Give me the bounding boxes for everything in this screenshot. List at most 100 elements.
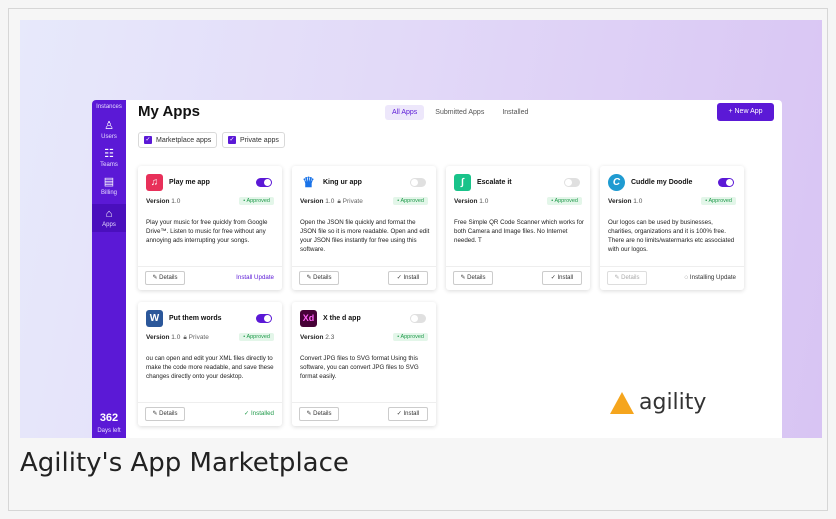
checkbox-checked-icon: ✓: [144, 136, 152, 144]
app-name: Put them words: [169, 315, 222, 322]
tab-installed[interactable]: Installed: [495, 105, 535, 120]
pencil-icon: ✎: [306, 275, 312, 281]
status-badge: • Approved: [393, 197, 428, 205]
tab-all-apps[interactable]: All Apps: [385, 105, 425, 120]
status-badge: • Approved: [547, 197, 582, 205]
app-name: X the d app: [323, 315, 361, 322]
apps-icon: ⌂: [105, 208, 113, 220]
filter-label: Marketplace apps: [156, 136, 212, 144]
xd-app-icon: Xd: [300, 310, 317, 327]
filter-private-apps[interactable]: ✓ Private apps: [222, 132, 285, 148]
app-description: ou can open and edit your XML files dire…: [146, 355, 274, 380]
checkbox-checked-icon: ✓: [228, 136, 236, 144]
logo-text: agility: [639, 390, 707, 415]
details-button[interactable]: ✎ Details: [299, 271, 339, 285]
app-description: Open the JSON file quickly and format th…: [300, 219, 430, 253]
card-footer: ✎ Details Install Update: [138, 266, 282, 290]
sidebar-item-billing[interactable]: ▤ Billing: [92, 176, 126, 196]
spinner-icon: ◌: [684, 274, 689, 281]
check-icon: ✓: [396, 411, 402, 417]
lock-icon: 🔒︎: [183, 334, 187, 341]
status-badge: • Approved: [239, 333, 274, 341]
details-button[interactable]: ✎ Details: [145, 271, 185, 285]
details-button[interactable]: ✎ Details: [145, 407, 185, 421]
installed-status: ✓ Installed: [244, 410, 274, 417]
app-name: Escalate it: [477, 179, 512, 186]
lock-icon: 🔒︎: [337, 198, 341, 205]
app-card: ♫ Play me app Version 1.0 • Approved Pla…: [138, 166, 282, 290]
app-enabled-toggle[interactable]: [410, 178, 426, 187]
app-enabled-toggle[interactable]: [564, 178, 580, 187]
app-enabled-toggle[interactable]: [718, 178, 734, 187]
sidebar-item-label: Teams: [100, 162, 118, 168]
app-window: Instances ♙ Users ☷ Teams ▤ Billing ⌂ Ap…: [92, 100, 782, 438]
app-name: Cuddle my Doodle: [631, 179, 693, 186]
app-version: Version 1.0: [454, 198, 489, 205]
check-icon: ✓: [550, 275, 556, 281]
crown-app-icon: ♛: [302, 174, 315, 190]
user-icon: ♙: [104, 120, 114, 132]
pencil-icon: ✎: [460, 275, 466, 281]
filter-label: Private apps: [240, 136, 279, 144]
agility-logo: agility: [610, 390, 706, 415]
app-version: Version 1.0 🔒︎ Private: [146, 334, 209, 341]
app-version: Version 1.0 🔒︎ Private: [300, 198, 363, 205]
screenshot-background: Instances ♙ Users ☷ Teams ▤ Billing ⌂ Ap…: [20, 20, 822, 438]
doodle-app-icon: C: [608, 174, 625, 191]
pencil-icon: ✎: [152, 411, 158, 417]
app-description: Our logos can be used by businesses, cha…: [608, 219, 735, 253]
details-button[interactable]: ✎ Details: [607, 271, 647, 285]
card-footer: ✎ Details ✓ Install: [446, 266, 590, 290]
app-card: Xd X the d app Version 2.3 • Approved Co…: [292, 302, 436, 426]
app-card: ∫ Escalate it Version 1.0 • Approved Fre…: [446, 166, 590, 290]
install-update-link[interactable]: Install Update: [236, 274, 274, 281]
details-button[interactable]: ✎ Details: [299, 407, 339, 421]
status-badge: • Approved: [239, 197, 274, 205]
installing-status: ◌ Installing Update: [684, 274, 736, 281]
new-app-button[interactable]: + New App: [717, 103, 774, 121]
pencil-icon: ✎: [152, 275, 158, 281]
tab-bar: All Apps Submitted Apps Installed: [385, 105, 539, 120]
app-description: Play your music for free quickly from Go…: [146, 219, 268, 244]
sidebar-item-instances[interactable]: Instances: [92, 104, 126, 110]
card-footer: ✎ Details ✓ Installed: [138, 402, 282, 426]
filter-marketplace-apps[interactable]: ✓ Marketplace apps: [138, 132, 218, 148]
app-card: W Put them words Version 1.0 🔒︎ Private •…: [138, 302, 282, 426]
app-enabled-toggle[interactable]: [256, 314, 272, 323]
app-enabled-toggle[interactable]: [410, 314, 426, 323]
install-button[interactable]: ✓ Install: [542, 271, 582, 285]
card-footer: ✎ Details ✓ Install: [292, 402, 436, 426]
card-footer: ✎ Details ✓ Install: [292, 266, 436, 290]
days-left-label: Days left: [97, 428, 121, 434]
app-description: Convert JPG files to SVG format Using th…: [300, 355, 419, 380]
pencil-icon: ✎: [614, 275, 620, 281]
billing-icon: ▤: [103, 176, 115, 188]
figure-caption: Agility's App Marketplace: [20, 448, 349, 478]
sidebar-item-label: Apps: [102, 222, 116, 228]
install-button[interactable]: ✓ Install: [388, 407, 428, 421]
app-name: King ur app: [323, 179, 362, 186]
app-enabled-toggle[interactable]: [256, 178, 272, 187]
app-name: Play me app: [169, 179, 210, 186]
sidebar-item-label: Users: [101, 134, 117, 140]
card-footer: ✎ Details ◌ Installing Update: [600, 266, 744, 290]
escalate-app-icon: ∫: [454, 174, 471, 191]
sidebar-item-apps[interactable]: ⌂ Apps: [92, 204, 126, 232]
app-card: ♛ King ur app Version 1.0 🔒︎ Private • Ap…: [292, 166, 436, 290]
install-button[interactable]: ✓ Install: [388, 271, 428, 285]
days-left-count: 362: [99, 412, 119, 424]
tab-submitted-apps[interactable]: Submitted Apps: [428, 105, 491, 120]
app-version: Version 1.0: [146, 198, 181, 205]
app-version: Version 1.0: [608, 198, 643, 205]
status-badge: • Approved: [393, 333, 428, 341]
check-icon: ✓: [396, 275, 402, 281]
sidebar-item-teams[interactable]: ☷ Teams: [92, 148, 126, 168]
app-description: Free Simple QR Code Scanner which works …: [454, 219, 584, 244]
page-title: My Apps: [138, 103, 200, 120]
check-icon: ✓: [244, 410, 250, 417]
details-button[interactable]: ✎ Details: [453, 271, 493, 285]
sidebar-item-label: Instances: [96, 104, 122, 110]
status-badge: • Approved: [701, 197, 736, 205]
app-card: C Cuddle my Doodle Version 1.0 • Approve…: [600, 166, 744, 290]
sidebar-item-users[interactable]: ♙ Users: [92, 120, 126, 140]
